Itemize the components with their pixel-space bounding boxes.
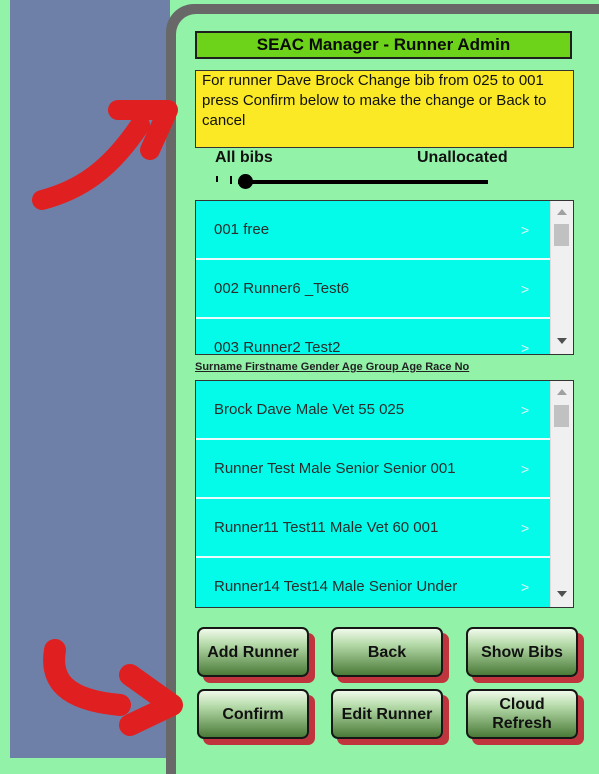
arrow-pointing-confirm-icon [43, 639, 183, 736]
annotation-arrows [32, 100, 183, 736]
arrow-pointing-message-icon [32, 100, 178, 210]
